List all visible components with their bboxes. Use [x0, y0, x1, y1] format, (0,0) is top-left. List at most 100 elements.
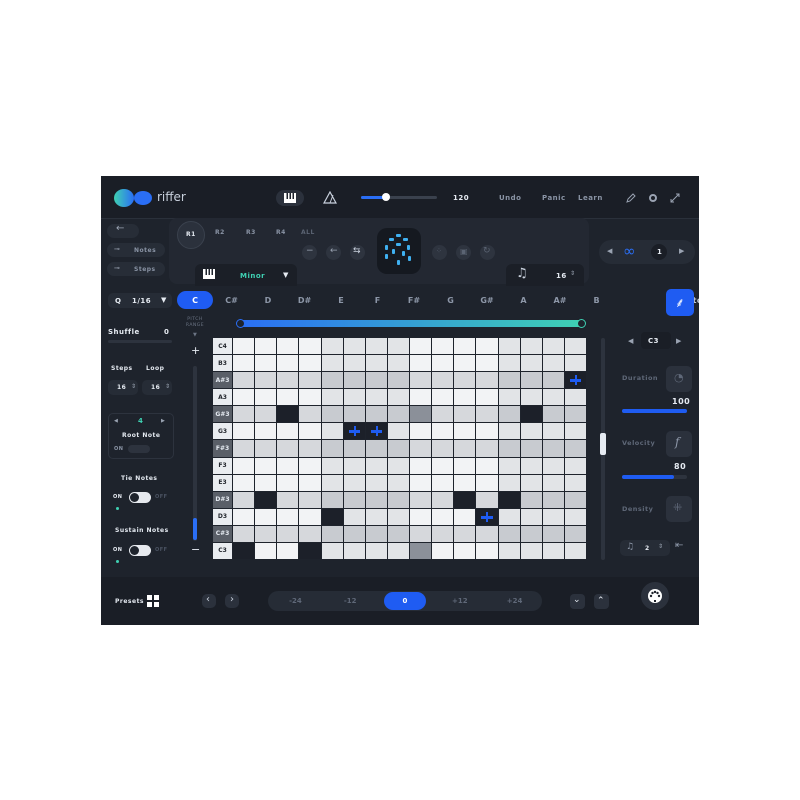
key-c-sharp[interactable]: C#: [214, 291, 250, 309]
duration-button[interactable]: ◔: [666, 366, 692, 392]
grid-cell[interactable]: [520, 440, 542, 457]
grid-cell[interactable]: [299, 389, 321, 406]
grid-cell[interactable]: [233, 457, 255, 474]
grid-cell[interactable]: [233, 389, 255, 406]
active-note-cell[interactable]: [520, 406, 542, 423]
grid-cell[interactable]: [410, 474, 432, 491]
grid-cell[interactable]: [277, 525, 299, 542]
key-a[interactable]: A: [506, 291, 542, 309]
grid-cell[interactable]: [410, 525, 432, 542]
grid-cell[interactable]: [564, 542, 586, 559]
duration-slider[interactable]: [622, 409, 687, 413]
grid-cell[interactable]: [233, 508, 255, 525]
grid-cell[interactable]: [321, 474, 343, 491]
grid-cell[interactable]: [299, 440, 321, 457]
grid-cell[interactable]: [321, 440, 343, 457]
grid-cell[interactable]: [343, 474, 365, 491]
grid-cell[interactable]: [454, 525, 476, 542]
quantize-selector[interactable]: Q 1/16 ▼: [108, 293, 172, 308]
grid-cell[interactable]: [277, 491, 299, 508]
grid-cell[interactable]: [454, 355, 476, 372]
grid-cell[interactable]: [520, 491, 542, 508]
grid-cell[interactable]: [476, 491, 498, 508]
grid-cell[interactable]: [498, 525, 520, 542]
grid-cell[interactable]: [498, 474, 520, 491]
grid-cell[interactable]: [454, 508, 476, 525]
grid-cell[interactable]: [564, 338, 586, 355]
grid-cell[interactable]: [277, 542, 299, 559]
tie-notes-toggle[interactable]: [129, 492, 151, 503]
grid-cell[interactable]: [564, 406, 586, 423]
grid-cell[interactable]: [542, 474, 564, 491]
grid-cell[interactable]: [410, 372, 432, 389]
grid-cell[interactable]: [255, 474, 277, 491]
grid-scrollbar[interactable]: [600, 338, 606, 560]
grid-cell[interactable]: [343, 389, 365, 406]
grid-cell[interactable]: [387, 491, 409, 508]
grid-cell[interactable]: [255, 508, 277, 525]
caret-left-icon[interactable]: ◀: [607, 247, 612, 255]
grid-cell[interactable]: [299, 372, 321, 389]
grid-cell[interactable]: [387, 355, 409, 372]
grid-cell[interactable]: [387, 525, 409, 542]
grid-cell[interactable]: [520, 474, 542, 491]
grid-cell[interactable]: [321, 491, 343, 508]
grid-cell[interactable]: [343, 440, 365, 457]
grid-cell[interactable]: [277, 423, 299, 440]
grid-cell[interactable]: [277, 389, 299, 406]
grid-cell[interactable]: [432, 355, 454, 372]
grid-cell[interactable]: [299, 338, 321, 355]
grid-cell[interactable]: [299, 423, 321, 440]
active-note-cell[interactable]: [321, 508, 343, 525]
timing-selector[interactable]: ♫ 16 ⇕: [506, 264, 584, 286]
grid-cell[interactable]: [564, 491, 586, 508]
grid-cell[interactable]: [387, 542, 409, 559]
pencil-icon[interactable]: [626, 193, 636, 203]
key-c[interactable]: C: [177, 291, 213, 309]
back-button[interactable]: ←: [107, 223, 139, 238]
key-g-sharp[interactable]: G#: [469, 291, 505, 309]
shuffle-slider[interactable]: [108, 340, 172, 343]
grid-cell[interactable]: [233, 474, 255, 491]
grid-cell[interactable]: [454, 440, 476, 457]
active-note-cell[interactable]: [277, 406, 299, 423]
grid-cell[interactable]: [410, 508, 432, 525]
grid-cell[interactable]: [299, 355, 321, 372]
grid-cell[interactable]: [233, 338, 255, 355]
grid-cell[interactable]: [542, 423, 564, 440]
midi-button[interactable]: [639, 580, 671, 612]
grid-cell[interactable]: [542, 406, 564, 423]
range-bar[interactable]: [236, 319, 586, 328]
step-grid[interactable]: C4 B3 A#3 A3 G#3 G3 F#3 F3 E3 D#3 D3 C#3 C3: [213, 338, 586, 560]
grid-cell[interactable]: [520, 355, 542, 372]
sustain-notes-toggle[interactable]: [129, 545, 151, 556]
grid-cell[interactable]: [343, 355, 365, 372]
steps-stepper[interactable]: 16 ⇕: [108, 380, 138, 395]
grid-cell[interactable]: [365, 525, 387, 542]
grid-cell[interactable]: [277, 355, 299, 372]
grid-cell[interactable]: [343, 372, 365, 389]
grid-cell[interactable]: [476, 542, 498, 559]
caret-right-icon[interactable]: ▶: [676, 337, 681, 345]
steps-toggle[interactable]: ⊸ Steps: [107, 262, 165, 276]
grid-cell[interactable]: [321, 355, 343, 372]
grid-cell[interactable]: [454, 372, 476, 389]
grid-cell[interactable]: [432, 525, 454, 542]
grid-cell[interactable]: [277, 508, 299, 525]
grid-cell[interactable]: [454, 338, 476, 355]
grid-cell[interactable]: [343, 525, 365, 542]
pitch-note-selector[interactable]: ◀ C3 ▶: [620, 331, 692, 351]
grid-cell[interactable]: [542, 338, 564, 355]
reset-button[interactable]: ↻: [480, 245, 495, 260]
grid-cell[interactable]: [432, 440, 454, 457]
key-d-sharp[interactable]: D#: [287, 291, 323, 309]
grid-cell[interactable]: [387, 508, 409, 525]
density-button[interactable]: ⁜: [666, 496, 692, 522]
riff-button-all[interactable]: ALL: [301, 229, 315, 236]
grid-cell[interactable]: [476, 440, 498, 457]
grid-cell[interactable]: [321, 406, 343, 423]
grid-cell[interactable]: [454, 389, 476, 406]
transpose-option[interactable]: -12: [329, 592, 372, 610]
grid-cell[interactable]: [476, 355, 498, 372]
grid-cell[interactable]: [365, 389, 387, 406]
